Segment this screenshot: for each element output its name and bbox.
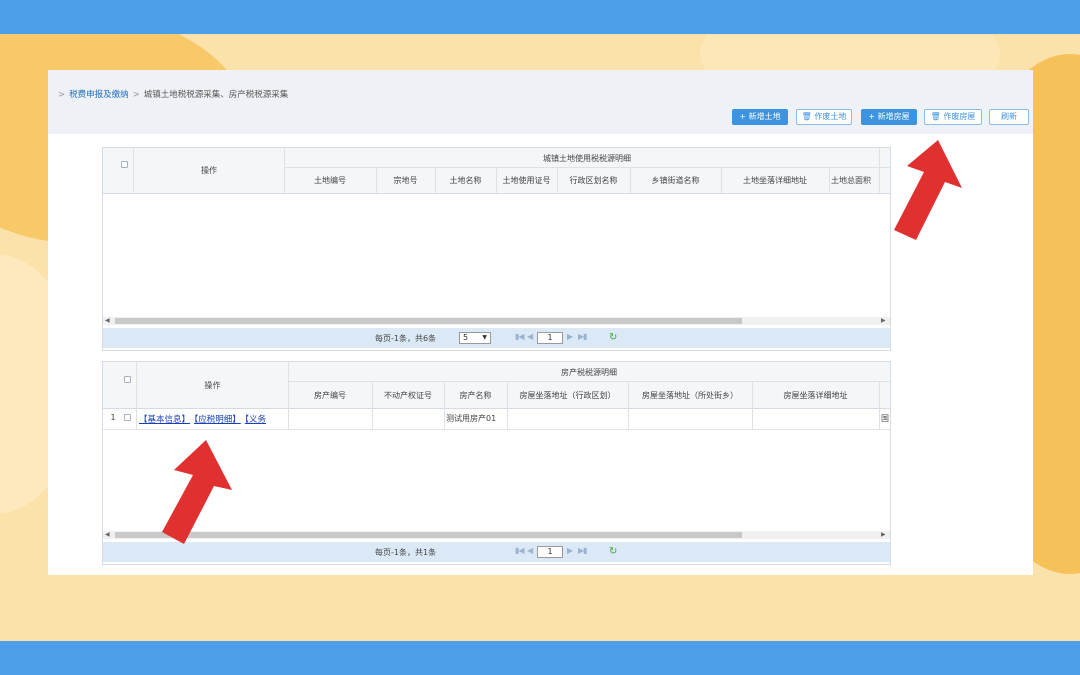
prev-page-icon[interactable]: ◀ — [527, 332, 533, 341]
col-district[interactable]: 行政区划名称 — [557, 175, 630, 186]
breadcrumb-separator: > — [58, 90, 66, 100]
void-house-label: 作废房屋 — [943, 112, 976, 121]
land-horizontal-scrollbar[interactable]: ◀ ▶ — [103, 317, 890, 325]
col-street[interactable]: 乡镇街道名称 — [630, 175, 721, 186]
house-grid-header: 操作 房产税税源明细 房产编号 不动产权证号 房产名称 房屋坐落地址（行政区划）… — [103, 362, 890, 409]
next-page-icon[interactable]: ▶ — [567, 332, 573, 341]
page-size-select[interactable]: 5 ▼ — [459, 332, 491, 344]
breadcrumb-parent-link[interactable]: 税费申报及缴纳 — [69, 90, 129, 100]
header-bar: > 税费申报及缴纳 > 城镇土地税税源采集、房产税税源采集 + 新增土地 🗑︎ 作废土… — [48, 70, 1033, 134]
col-land-cert[interactable]: 土地使用证号 — [496, 175, 557, 186]
trash-icon: 🗑︎ — [930, 112, 941, 121]
add-land-button[interactable]: + 新增土地 — [732, 109, 788, 125]
land-grid-header: 操作 城镇土地使用税税源明细 土地编号 宗地号 土地名称 土地使用证号 行政区划… — [103, 148, 890, 194]
select-all-checkbox[interactable] — [121, 161, 128, 168]
table-row[interactable]: 1 【基本信息】 【应税明细】 【义务 测试用房产01 国 — [103, 408, 890, 430]
col-house-id[interactable]: 房产编号 — [288, 390, 372, 401]
red-arrow-bottom-left — [162, 440, 232, 544]
col-address-detail[interactable]: 房屋坐落详细地址 — [752, 390, 879, 401]
col-parcel-no[interactable]: 宗地号 — [376, 175, 435, 186]
refresh-button[interactable]: 刷新 — [989, 109, 1029, 125]
cell-house-name: 测试用房产01 — [446, 414, 497, 423]
col-land-name[interactable]: 土地名称 — [435, 175, 496, 186]
col-address-district[interactable]: 房屋坐落地址（行政区划） — [507, 390, 628, 401]
land-tax-grid: 操作 城镇土地使用税税源明细 土地编号 宗地号 土地名称 土地使用证号 行政区划… — [102, 147, 891, 351]
col-house-name[interactable]: 房产名称 — [444, 390, 507, 401]
trash-icon: 🗑︎ — [801, 112, 812, 121]
void-land-label: 作废土地 — [814, 112, 847, 121]
land-pagination: 每页-1条，共6条 5 ▼ ▮◀ ◀ 1 ▶ ▶▮ ↻ — [103, 328, 890, 348]
breadcrumb: > 税费申报及缴纳 > 城镇土地税税源采集、房产税税源采集 — [54, 88, 288, 100]
col-address[interactable]: 土地坐落详细地址 — [721, 175, 829, 186]
land-page-input[interactable]: 1 — [537, 332, 563, 344]
op-column-header: 操作 — [204, 381, 221, 390]
breadcrumb-current: 城镇土地税税源采集、房产税税源采集 — [143, 90, 289, 100]
obligation-link[interactable]: 【义务 — [245, 415, 266, 425]
next-page-icon[interactable]: ▶ — [567, 546, 573, 555]
last-page-icon[interactable]: ▶▮ — [578, 332, 588, 341]
cell-overflow: 国 — [881, 414, 889, 423]
void-house-button[interactable]: 🗑︎ 作废房屋 — [924, 109, 982, 125]
land-group-title: 城镇土地使用税税源明细 — [543, 154, 631, 163]
house-page-summary: 每页-1条，共1条 — [375, 548, 437, 557]
col-total-area[interactable]: 土地总面积 — [829, 175, 879, 186]
breadcrumb-separator: > — [132, 90, 140, 100]
last-page-icon[interactable]: ▶▮ — [578, 546, 588, 555]
add-house-button[interactable]: + 新增房屋 — [861, 109, 917, 125]
taxable-detail-link[interactable]: 【应税明细】 — [194, 415, 241, 425]
row-actions: 【基本信息】 【应税明细】 【义务 — [139, 413, 270, 425]
prev-page-icon[interactable]: ◀ — [527, 546, 533, 555]
red-arrow-top-right — [894, 140, 962, 240]
void-land-button[interactable]: 🗑︎ 作废土地 — [796, 109, 852, 125]
page-size-value: 5 — [463, 333, 469, 342]
house-group-title: 房产税税源明细 — [561, 368, 617, 377]
col-address-street[interactable]: 房屋坐落地址（所处街乡） — [628, 390, 752, 401]
basic-info-link[interactable]: 【基本信息】 — [139, 415, 190, 425]
first-page-icon[interactable]: ▮◀ — [515, 332, 525, 341]
land-page-summary: 每页-1条，共6条 — [375, 334, 437, 343]
refresh-icon[interactable]: ↻ — [609, 332, 617, 343]
row-index: 1 — [110, 413, 116, 422]
col-property-cert[interactable]: 不动产权证号 — [372, 390, 444, 401]
house-page-input[interactable]: 1 — [537, 546, 563, 558]
first-page-icon[interactable]: ▮◀ — [515, 546, 525, 555]
col-land-id[interactable]: 土地编号 — [284, 175, 376, 186]
op-column-header: 操作 — [201, 166, 217, 175]
select-all-checkbox[interactable] — [124, 376, 131, 383]
bottom-band — [0, 641, 1080, 675]
row-checkbox[interactable] — [124, 414, 131, 421]
top-band — [0, 0, 1080, 34]
refresh-icon[interactable]: ↻ — [609, 546, 617, 557]
